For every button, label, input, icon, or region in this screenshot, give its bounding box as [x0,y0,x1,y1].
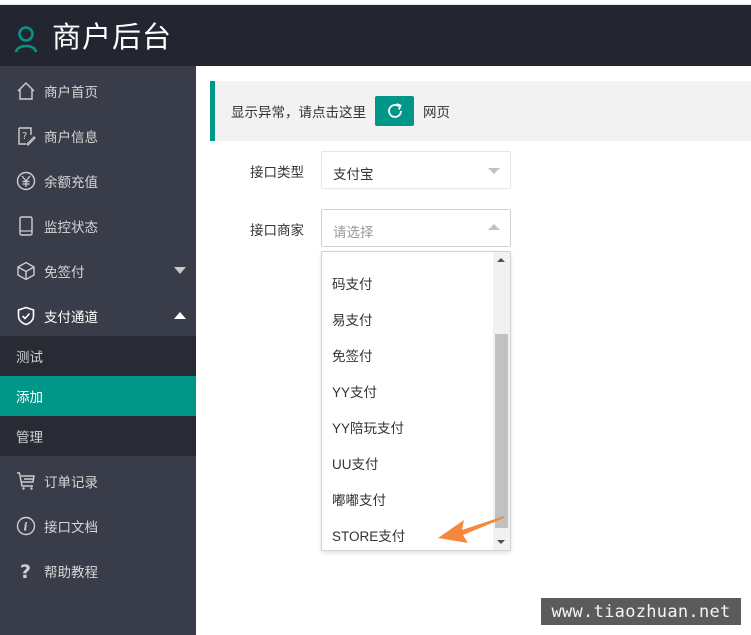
submenu-item-add[interactable]: 添加 [0,376,196,416]
chevron-down-icon [174,267,186,274]
interface-type-select[interactable]: 支付宝 [321,151,511,189]
dropdown-option[interactable]: UU支付 [332,445,492,481]
chevron-up-icon [174,312,186,319]
dropdown-option[interactable]: 码支付 [332,265,492,301]
dropdown-option[interactable]: YY陪玩支付 [332,409,492,445]
chevron-up-icon [488,224,500,230]
sidebar-item-label: 商户首页 [44,84,98,100]
dropdown-option[interactable]: 免签付 [332,337,492,373]
sidebar-item-label: 免签付 [44,264,85,280]
annotation-arrow-icon [438,516,504,543]
submenu-item-manage[interactable]: 管理 [0,416,196,456]
shield-check-icon [15,305,37,327]
dropdown-option[interactable]: 易支付 [332,301,492,337]
refresh-icon [387,103,402,118]
display-issue-alert: 显示异常，请点击这里 网页 [210,81,751,141]
submenu-item-test[interactable]: 测试 [0,336,196,376]
sidebar-item-label: 接口文档 [44,519,98,535]
sidebar-item-free-sign[interactable]: 免签付 [0,248,196,293]
merchant-dropdown-list: 码支付 易支付 免签付 YY支付 YY陪玩支付 UU支付 嘟嘟支付 STORE支… [321,251,511,551]
sidebar-item-merchant-info[interactable]: ? 商户信息 [0,113,196,158]
info-edit-icon: ? [15,125,37,147]
sidebar-item-api-docs[interactable]: i 接口文档 [0,503,196,548]
svg-text:?: ? [22,131,27,142]
yen-icon [15,170,37,192]
interface-merchant-label: 接口商家 [250,223,304,238]
home-icon [15,80,37,102]
user-icon [14,26,38,53]
refresh-button[interactable] [375,96,414,126]
alert-text: 显示异常，请点击这里 [231,105,366,120]
interface-merchant-placeholder: 请选择 [333,225,374,240]
svg-text:i: i [24,520,28,533]
cube-icon [15,260,37,282]
dropdown-option[interactable]: YY支付 [332,373,492,409]
svg-text:?: ? [20,561,31,581]
info-circle-icon: i [15,515,37,537]
watermark: www.tiaozhuan.net [541,598,741,625]
cart-icon [15,470,37,492]
scroll-up-arrow-icon[interactable] [497,258,505,262]
phone-icon [15,215,37,237]
scrollbar-thumb[interactable] [495,334,508,528]
sidebar-item-label: 余额充值 [44,174,98,190]
interface-type-label: 接口类型 [250,165,304,180]
sidebar-item-help[interactable]: ? 帮助教程 [0,548,196,593]
app-title: 商户后台 [52,20,173,54]
interface-merchant-select[interactable]: 请选择 [321,209,511,247]
dropdown-scrollbar[interactable] [493,252,510,550]
app-header: 商户后台 [0,5,751,66]
sidebar-item-label: 帮助教程 [44,564,98,580]
sidebar-item-orders[interactable]: 订单记录 [0,458,196,503]
interface-type-value: 支付宝 [333,167,374,182]
sidebar-item-label: 监控状态 [44,219,98,235]
sidebar-item-label: 订单记录 [44,474,98,490]
payment-channel-submenu: 测试 添加 管理 [0,336,196,456]
sidebar-item-label: 商户信息 [44,129,98,145]
sidebar-item-recharge[interactable]: 余额充值 [0,158,196,203]
sidebar-item-label: 支付通道 [44,309,98,325]
sidebar-item-home[interactable]: 商户首页 [0,68,196,113]
sidebar-item-payment-channel[interactable]: 支付通道 [0,293,196,338]
alert-text-after: 网页 [423,105,450,120]
question-icon: ? [15,560,37,582]
sidebar-item-monitor[interactable]: 监控状态 [0,203,196,248]
sidebar: 商户首页 ? 商户信息 余额充值 监控状态 免签付 支付通道 测试 添加 管理 … [0,66,196,635]
chevron-down-icon [488,168,500,174]
